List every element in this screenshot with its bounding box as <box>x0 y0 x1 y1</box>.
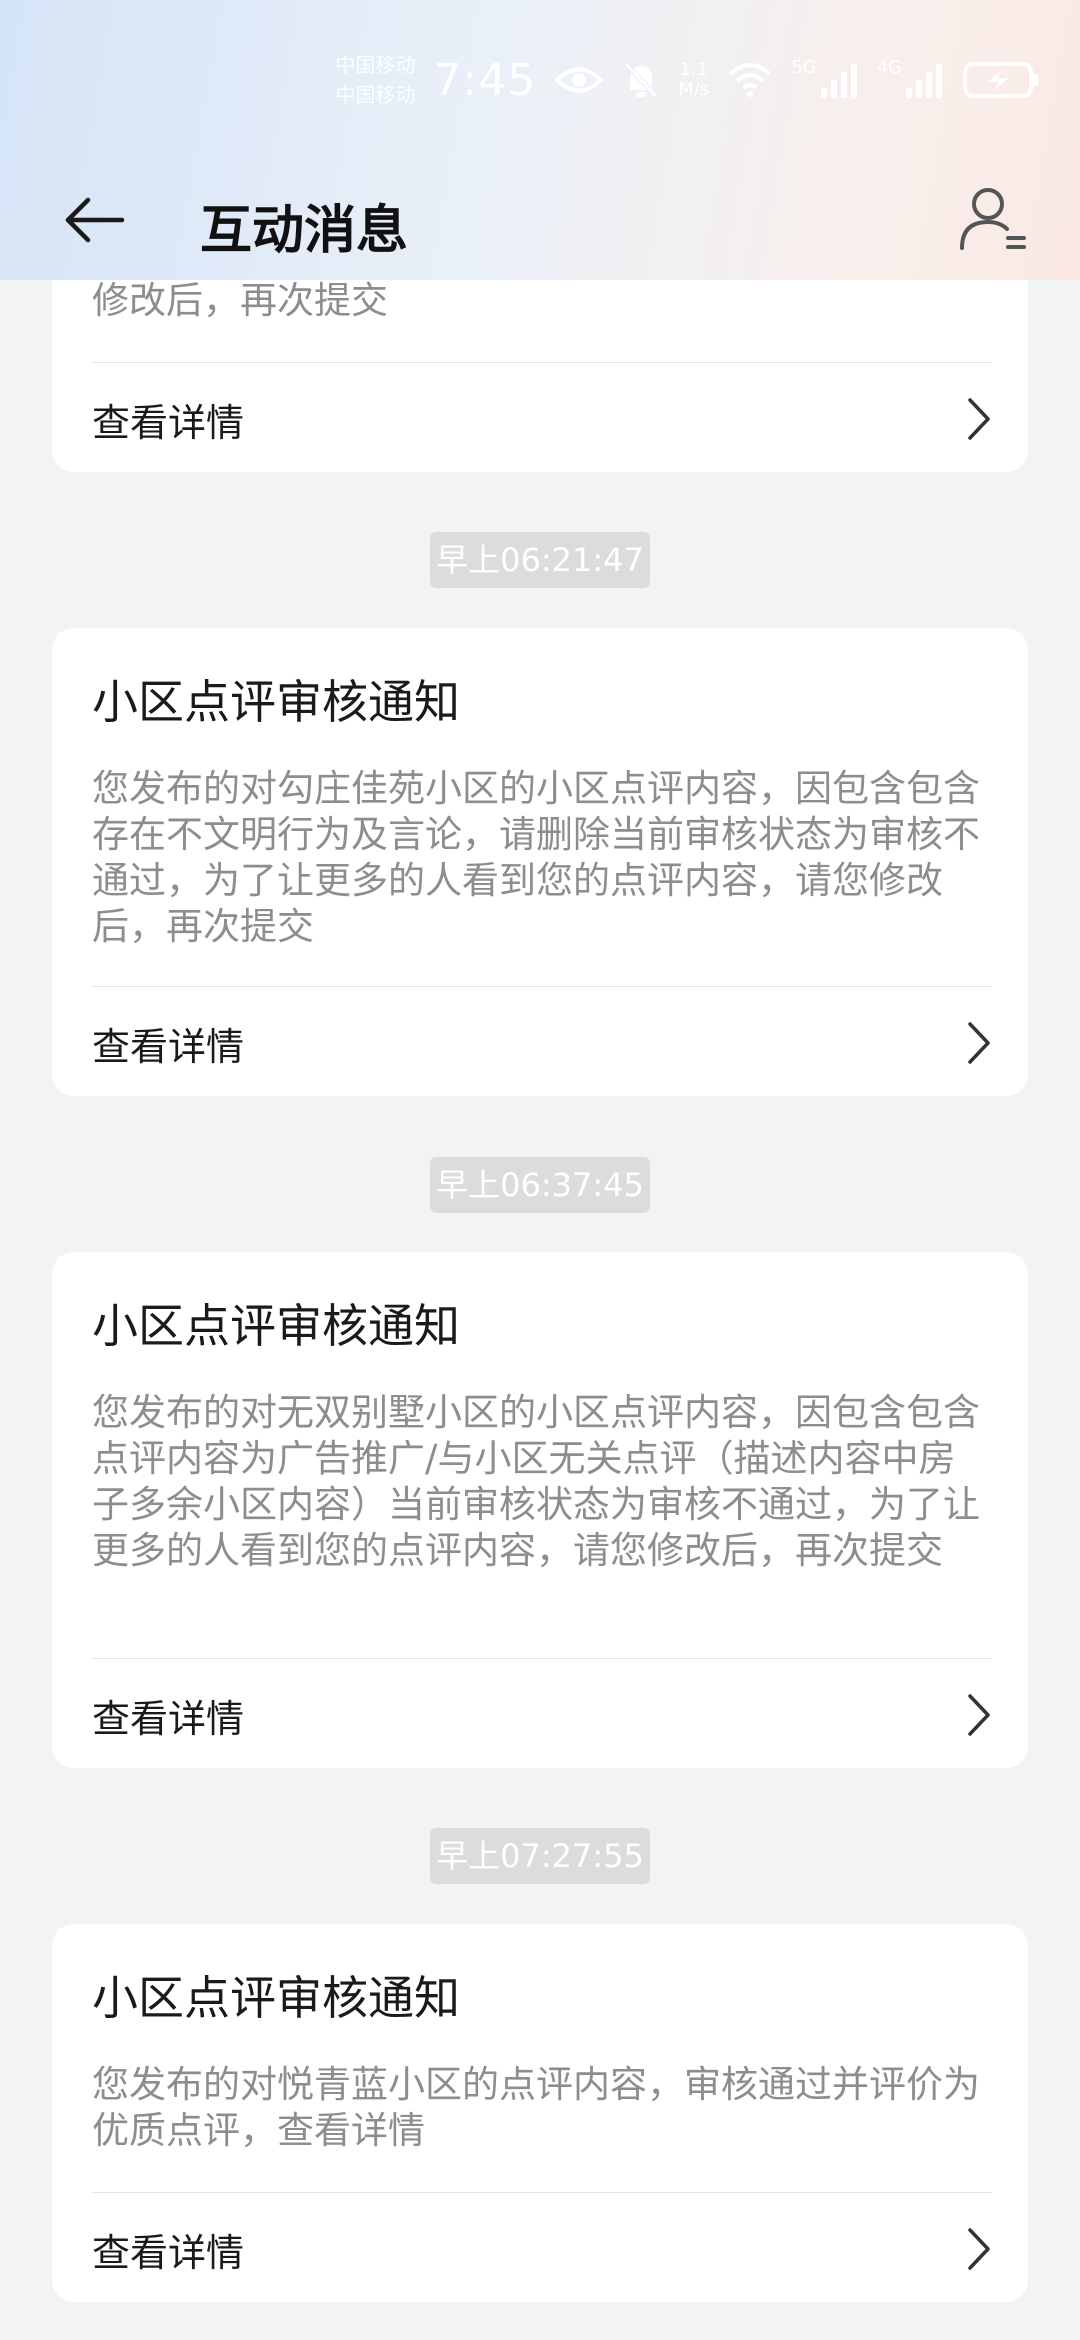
view-details-row[interactable]: 查看详情 <box>52 364 1028 472</box>
status-bar: 中国移动 中国移动 7:45 1.1 M/s 5G 4G <box>335 40 1040 120</box>
timestamp-chip: 早上06:37:45 <box>430 1157 650 1213</box>
carrier-info: 中国移动 中国移动 <box>335 50 415 110</box>
eye-icon <box>554 67 605 93</box>
network-speed-unit: M/s <box>678 79 710 100</box>
view-details-label: 查看详情 <box>92 1697 245 1741</box>
view-details-row[interactable]: 查看详情 <box>52 2194 1028 2302</box>
signal-icon <box>906 64 942 98</box>
message-title: 小区点评审核通知 <box>92 1299 460 1353</box>
back-arrow-icon <box>65 197 125 243</box>
divider <box>92 362 992 363</box>
chevron-right-icon <box>968 1694 990 1736</box>
chevron-right-icon <box>968 1022 990 1064</box>
view-details-label: 查看详情 <box>92 2231 245 2275</box>
signal-icon <box>820 64 857 98</box>
user-settings-icon <box>960 188 1026 250</box>
status-time: 7:45 <box>433 54 537 106</box>
chevron-right-icon <box>968 2228 990 2270</box>
message-body: 您发布的对悦青蓝小区的点评内容，审核通过并评价为优质点评，查看详情 <box>92 2063 980 2152</box>
network-type-2: 4G <box>876 57 902 78</box>
view-details-row[interactable]: 查看详情 <box>52 1660 1028 1768</box>
timestamp-chip: 早上07:27:55 <box>430 1828 650 1884</box>
divider <box>92 2192 992 2193</box>
page-title: 互动消息 <box>200 201 409 261</box>
message-body: 您发布的对无双别墅小区的小区点评内容，因包含包含点评内容为广告推广/与小区无关点… <box>92 1391 980 1572</box>
navigation-bar: 互动消息 <box>0 170 1080 270</box>
carrier-1: 中国移动 <box>335 53 416 77</box>
view-details-label: 查看详情 <box>92 1025 245 1069</box>
view-details-label: 查看详情 <box>92 401 245 445</box>
back-button[interactable] <box>62 190 132 250</box>
mute-bell-icon <box>624 62 659 98</box>
battery-charging-icon <box>963 62 1038 98</box>
message-title: 小区点评审核通知 <box>92 1971 460 2025</box>
message-body: 您发布的对勾庄佳苑小区的小区点评内容，因包含包含存在不文明行为及言论，请删除当前… <box>92 767 980 948</box>
network-speed: 1.1 M/s <box>678 60 709 100</box>
divider <box>92 1658 992 1659</box>
network-type-1: 5G <box>791 57 817 78</box>
top-bar: 中国移动 中国移动 7:45 1.1 M/s 5G 4G 互动消息 <box>0 0 1080 280</box>
wifi-icon <box>728 63 772 97</box>
message-card: 小区点评审核通知 您发布的对悦青蓝小区的点评内容，审核通过并评价为优质点评，查看… <box>52 1924 1028 2302</box>
message-card: 小区点评审核通知 您发布的对勾庄佳苑小区的小区点评内容，因包含包含存在不文明行为… <box>52 628 1028 1096</box>
view-details-row[interactable]: 查看详情 <box>52 988 1028 1096</box>
user-settings-button[interactable] <box>958 184 1028 254</box>
network-speed-value: 1.1 <box>679 59 709 80</box>
timestamp-chip: 早上06:21:47 <box>430 532 650 588</box>
carrier-2: 中国移动 <box>335 83 416 107</box>
message-body: 修改后，再次提交 <box>92 279 388 322</box>
divider <box>92 986 992 987</box>
message-title: 小区点评审核通知 <box>92 675 460 729</box>
chevron-right-icon <box>968 398 990 440</box>
message-card: 小区点评审核通知 您发布的对无双别墅小区的小区点评内容，因包含包含点评内容为广告… <box>52 1252 1028 1768</box>
